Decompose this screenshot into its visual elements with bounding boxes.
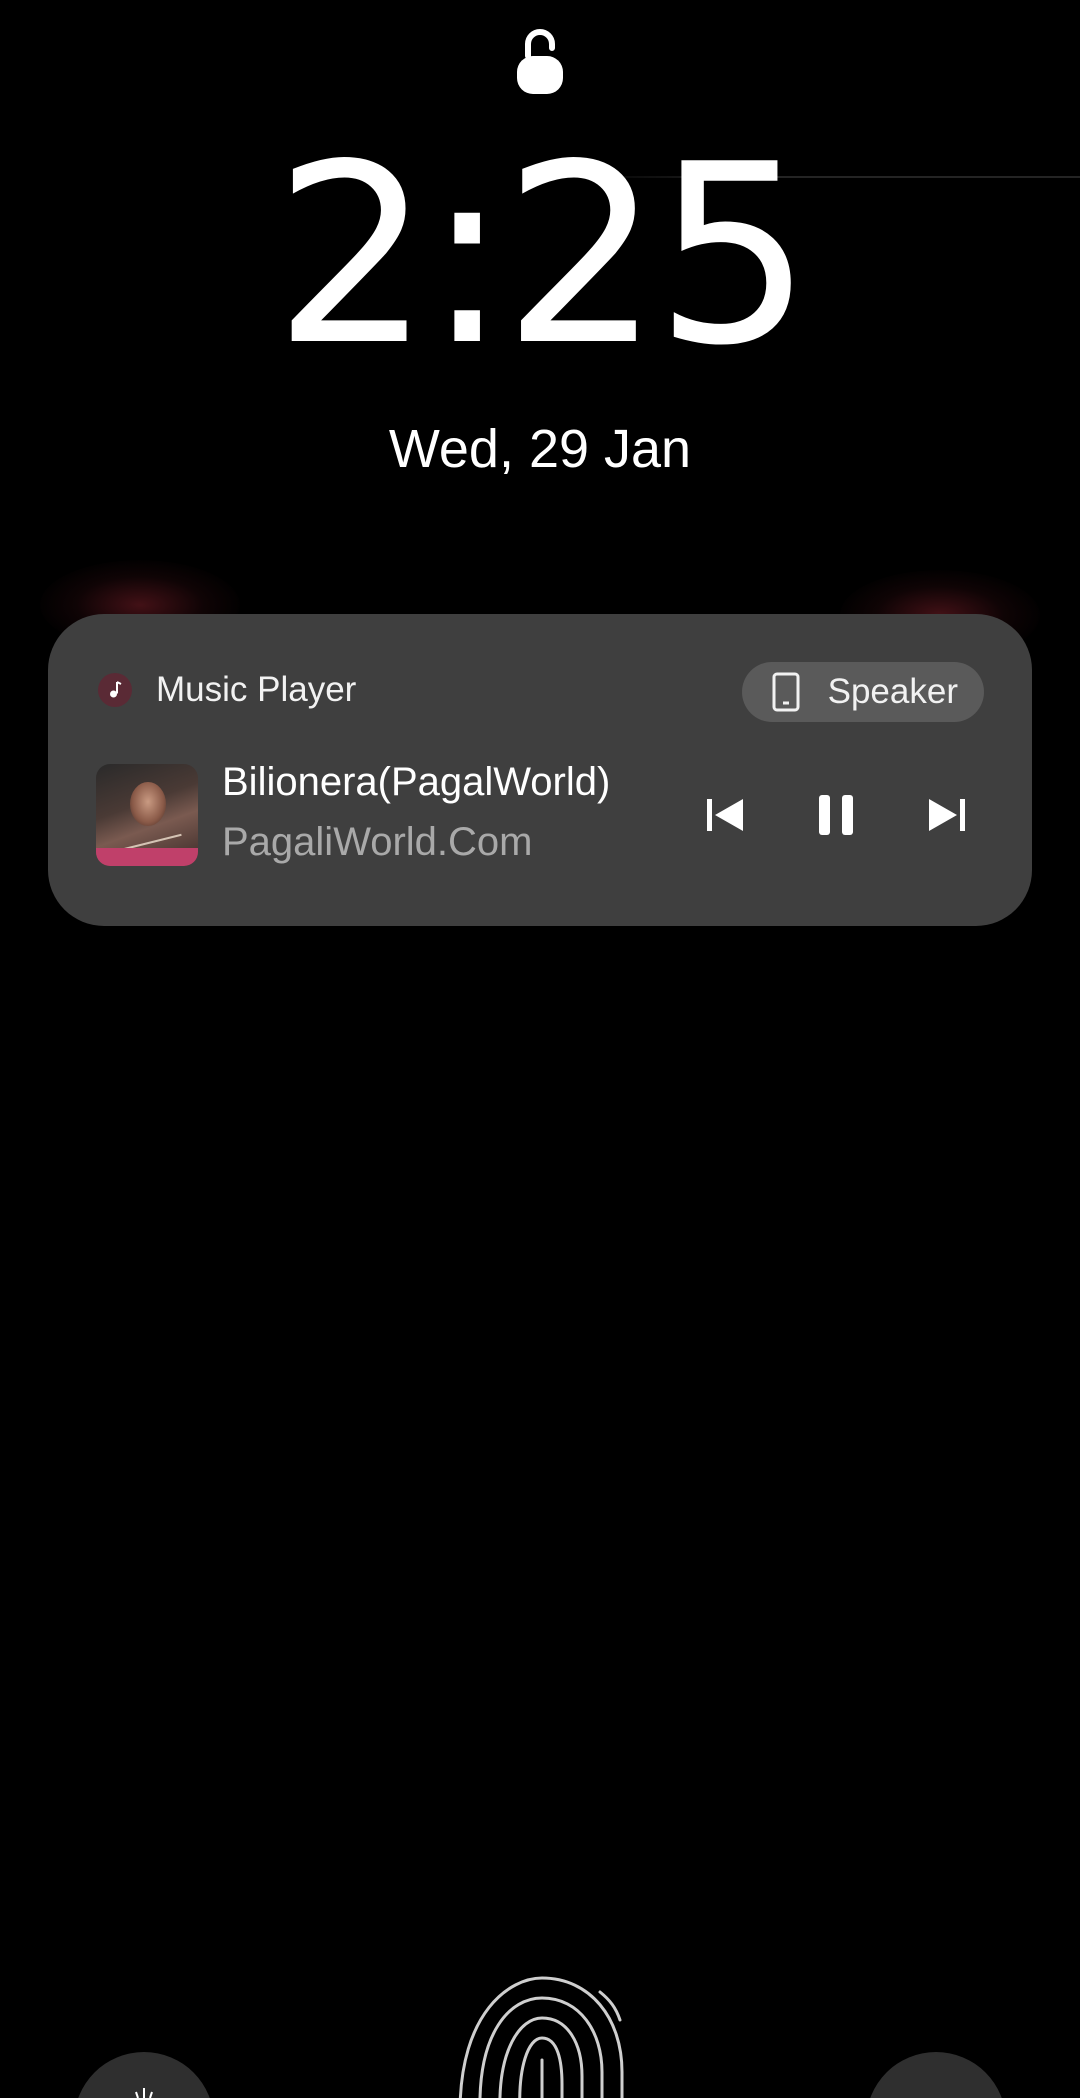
skip-next-icon [929,799,965,831]
flashlight-icon [135,2088,153,2098]
flashlight-shortcut-button[interactable] [74,2052,214,2098]
clock-time: 2:25 [273,112,813,400]
lock-open-icon[interactable] [515,26,565,96]
camera-shortcut-button[interactable] [866,2052,1006,2098]
previous-track-button[interactable] [690,780,760,850]
album-art [96,764,198,866]
output-device-button[interactable]: Speaker [741,662,984,722]
track-title: Bilionera(PagalWorld) [222,760,611,804]
output-device-label: Speaker [827,672,958,711]
music-note-icon [98,673,132,707]
lock-screen: 2:25 Wed, 29 Jan Music Player Speaker Bi… [0,0,1080,2098]
pause-button[interactable] [801,780,871,850]
clock-date: Wed, 29 Jan [388,419,692,479]
track-artist: PagaliWorld.Com [222,820,533,864]
media-app-name: Music Player [156,670,357,709]
media-app-header: Music Player [98,670,356,710]
next-track-button[interactable] [912,780,982,850]
phone-device-icon [772,672,800,712]
skip-previous-icon [707,799,743,831]
media-player-card[interactable]: Music Player Speaker Bilionera(PagalWorl… [48,614,1032,926]
fingerprint-icon[interactable] [450,1972,630,2098]
pause-icon [819,795,853,835]
